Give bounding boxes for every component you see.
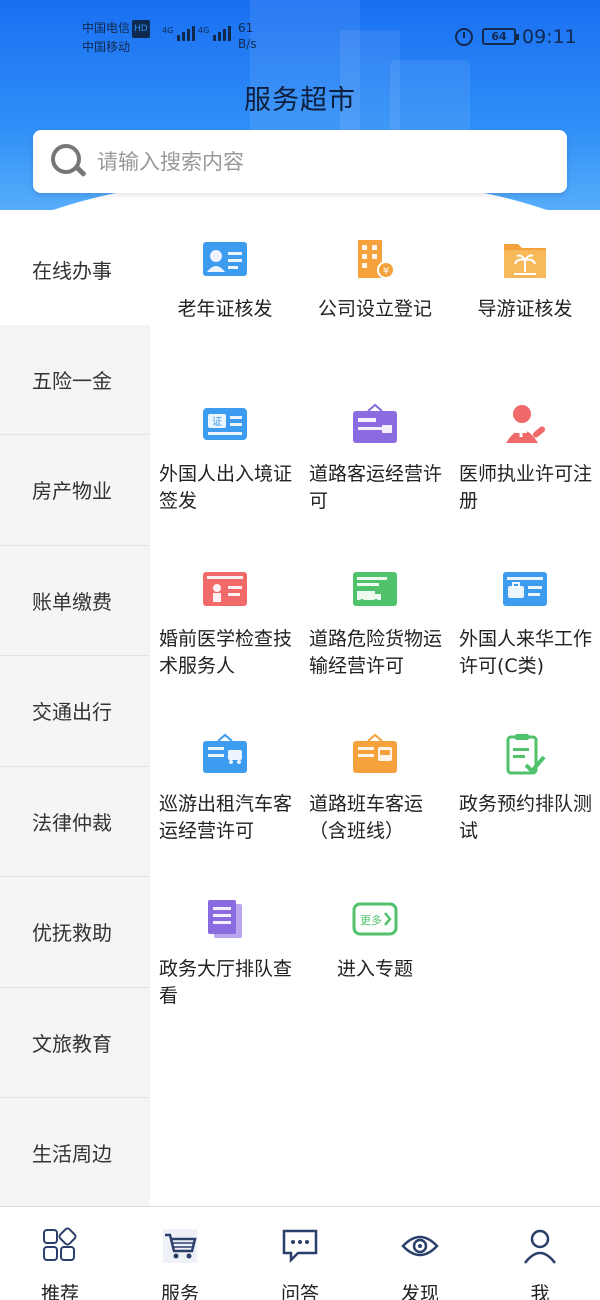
nav-tab-label: 我	[530, 1283, 550, 1300]
svg-text:更多: 更多	[360, 913, 382, 927]
doctor-icon	[502, 403, 548, 445]
bottom-nav: 推荐 服务 问答 发现 我	[0, 1206, 600, 1300]
service-item[interactable]: 道路班车客运（含班线）	[300, 709, 450, 874]
service-item[interactable]: 婚前医学检查技术服务人	[150, 544, 300, 709]
service-label: 进入专题	[336, 958, 413, 980]
service-item[interactable]: 巡游出租汽车客运经营许可	[150, 709, 300, 874]
service-grid: 老年证核发 ¥ 公司设立登记 导游证核发证外国人出入境证签发 道路客运经营许可 医师执业许…	[150, 214, 600, 1039]
service-item[interactable]: 外国人来华工作许可(C类)	[450, 544, 600, 709]
carrier2-label: 中国移动	[82, 40, 131, 54]
signal-icon: 4G	[198, 26, 232, 41]
service-item[interactable]: 证外国人出入境证签发	[150, 379, 300, 544]
service-label: 公司设立登记	[317, 298, 432, 320]
sidebar-item[interactable]: 房产物业	[0, 435, 150, 546]
cart-icon	[161, 1207, 199, 1269]
network-type: 4G	[162, 26, 174, 35]
service-item[interactable]: 老年证核发	[150, 214, 300, 379]
nav-tab-label: 发现	[400, 1283, 439, 1300]
search-input[interactable]	[97, 149, 537, 174]
nav-tab-label: 服务	[160, 1283, 199, 1300]
service-label: 巡游出租汽车客运经营许可	[159, 793, 293, 842]
document-icon	[202, 898, 248, 940]
nav-tab[interactable]: 我	[480, 1207, 600, 1300]
taxi-sign-icon	[202, 733, 248, 775]
nav-tab[interactable]: 发现	[360, 1207, 480, 1300]
alarm-icon	[455, 28, 473, 46]
sidebar-item[interactable]: 优抚救助	[0, 877, 150, 988]
service-label: 道路客运经营许可	[309, 463, 443, 512]
service-item[interactable]: 政务大厅排队查看	[150, 874, 300, 1039]
service-item[interactable]: 医师执业许可注册	[450, 379, 600, 544]
service-label: 外国人出入境证签发	[159, 463, 293, 512]
service-label: 婚前医学检查技术服务人	[159, 628, 293, 677]
service-label: 医师执业许可注册	[459, 463, 593, 512]
service-label: 政务大厅排队查看	[159, 958, 293, 1007]
clipboard-check-icon	[502, 733, 548, 775]
sidebar-item[interactable]: 生活周边	[0, 1098, 150, 1209]
briefcase-card-icon	[502, 568, 548, 610]
more-icon: 更多	[352, 898, 398, 940]
network-type: 4G	[198, 26, 210, 35]
service-label: 道路班车客运（含班线）	[309, 793, 424, 842]
truck-card-icon	[352, 568, 398, 610]
svg-text:¥: ¥	[383, 266, 389, 277]
certificate-icon: 证	[202, 403, 248, 445]
category-sidebar: 在线办事 五险一金 房产物业 账单缴费 交通出行 法律仲裁 优抚救助 文旅教育 生活周边	[0, 214, 150, 1209]
sign-board-icon	[352, 403, 398, 445]
user-icon	[521, 1207, 559, 1269]
sidebar-item[interactable]: 交通出行	[0, 656, 150, 767]
clock: 09:11	[522, 26, 577, 48]
carrier1-label: 中国电信	[82, 21, 131, 35]
chat-icon	[281, 1207, 319, 1269]
service-item[interactable]: 道路客运经营许可	[300, 379, 450, 544]
nav-tab[interactable]: 问答	[240, 1207, 360, 1300]
service-item[interactable]: 道路危险货物运输经营许可	[300, 544, 450, 709]
speed-value: 61	[238, 21, 254, 35]
carrier-info: 中国电信 HD 中国移动	[82, 19, 150, 56]
service-label: 政务预约排队测试	[459, 793, 593, 842]
hd-badge: HD	[132, 20, 150, 38]
network-speed: 61 B/s	[238, 20, 257, 52]
sidebar-item[interactable]: 五险一金	[0, 325, 150, 435]
battery-icon: 64	[482, 28, 519, 45]
eye-icon	[401, 1207, 439, 1269]
bus-sign-icon	[352, 733, 398, 775]
nav-tab-label: 推荐	[40, 1283, 79, 1300]
sidebar-item[interactable]: 法律仲裁	[0, 767, 150, 877]
service-item[interactable]: ¥ 公司设立登记	[300, 214, 450, 379]
service-label: 导游证核发	[477, 298, 573, 320]
status-bar: 中国电信 HD 中国移动 4G 4G 61 B/s 64 09:11	[0, 0, 600, 70]
search-bar[interactable]	[33, 130, 567, 193]
svg-text:证: 证	[212, 416, 222, 428]
folder-palm-icon	[502, 238, 548, 280]
speed-unit: B/s	[238, 37, 257, 51]
page-title: 服务超市	[244, 85, 356, 116]
signal-icon: 4G	[162, 26, 196, 41]
nav-tab-label: 问答	[280, 1283, 319, 1300]
search-icon	[49, 142, 89, 182]
service-label: 道路危险货物运输经营许可	[309, 628, 443, 677]
service-item[interactable]: 导游证核发	[450, 214, 600, 379]
id-card-icon	[202, 238, 248, 280]
person-card-icon	[202, 568, 248, 610]
service-label: 外国人来华工作许可(C类)	[459, 628, 593, 677]
service-label: 老年证核发	[177, 298, 273, 320]
nav-tab[interactable]: 服务	[120, 1207, 240, 1300]
service-item[interactable]: 更多进入专题	[300, 874, 450, 1039]
service-item[interactable]: 政务预约排队测试	[450, 709, 600, 874]
nav-tab[interactable]: 推荐	[0, 1207, 120, 1300]
sidebar-item[interactable]: 文旅教育	[0, 988, 150, 1098]
building-icon: ¥	[352, 238, 398, 280]
sidebar-item[interactable]: 在线办事	[0, 214, 150, 325]
sidebar-item[interactable]: 账单缴费	[0, 546, 150, 656]
grid-icon	[41, 1207, 79, 1269]
